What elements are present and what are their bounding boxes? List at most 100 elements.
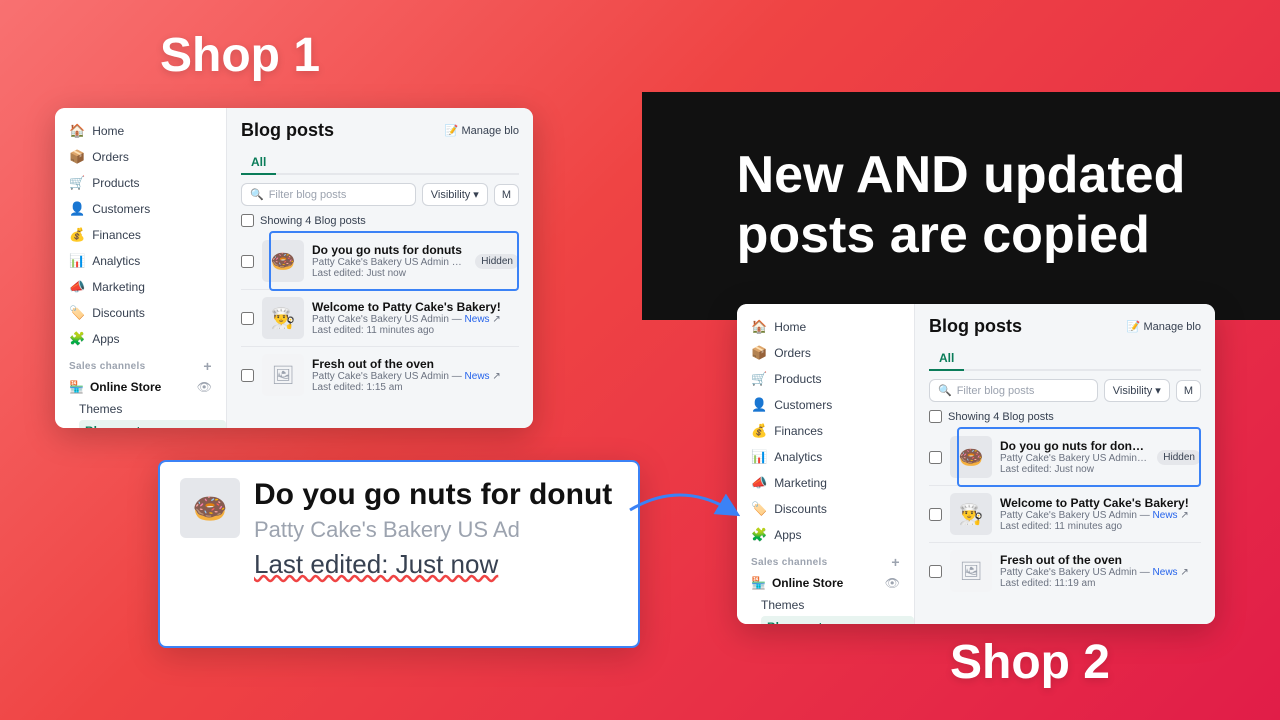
s2-home-icon: 🏠 bbox=[751, 319, 767, 335]
sidebar-item-finances[interactable]: 💰 Finances bbox=[55, 222, 226, 248]
s2-sidebar-item-products[interactable]: 🛒 Products bbox=[737, 366, 914, 392]
shop1-label: Shop 1 bbox=[160, 28, 320, 83]
tab-all[interactable]: All bbox=[241, 151, 276, 175]
s2-customers-icon: 👤 bbox=[751, 397, 767, 413]
select-all-checkbox[interactable] bbox=[241, 214, 254, 227]
online-store-row: 🏪 Online Store 👁 bbox=[55, 376, 226, 398]
s2-blog-item-1: 🍩 Do you go nuts for donuts Patty Cake's… bbox=[929, 429, 1201, 486]
eye-icon[interactable]: 👁 bbox=[197, 380, 212, 394]
shop1-main-content: Blog posts 📝 Manage blo All 🔍 Filter blo… bbox=[227, 108, 533, 428]
shop2-panel: 🏠 Home 📦 Orders 🛒 Products 👤 Customers 💰… bbox=[737, 304, 1215, 624]
blog-title-3: Fresh out of the oven bbox=[312, 357, 519, 371]
s2-more-btn[interactable]: M bbox=[1176, 380, 1201, 402]
s2-eye-icon[interactable]: 👁 bbox=[885, 576, 900, 590]
s2-sidebar-item-apps[interactable]: 🧩 Apps bbox=[737, 522, 914, 548]
blog-thumb-3: 🖼 bbox=[262, 354, 304, 396]
blog-channel-link-2[interactable]: News bbox=[465, 314, 490, 325]
manage-icon: 📝 bbox=[445, 124, 459, 137]
blog-date-3: Last edited: 1:15 am bbox=[312, 382, 519, 393]
badge-1: Hidden bbox=[475, 254, 519, 269]
blog-channel-link-3[interactable]: News bbox=[465, 371, 490, 382]
s2-sidebar-item-orders[interactable]: 📦 Orders bbox=[737, 340, 914, 366]
s2-sidebar-item-marketing[interactable]: 📣 Marketing bbox=[737, 470, 914, 496]
s2-blog-title-2: Welcome to Patty Cake's Bakery! bbox=[1000, 496, 1201, 510]
sidebar-item-analytics[interactable]: 📊 Analytics bbox=[55, 248, 226, 274]
s2-sidebar-item-discounts[interactable]: 🏷️ Discounts bbox=[737, 496, 914, 522]
home-icon: 🏠 bbox=[69, 123, 85, 139]
sidebar-item-products[interactable]: 🛒 Products bbox=[55, 170, 226, 196]
blog-info-2: Welcome to Patty Cake's Bakery! Patty Ca… bbox=[312, 300, 519, 336]
blog-checkbox-1[interactable] bbox=[241, 255, 254, 268]
zoom-thumb: 🍩 bbox=[180, 478, 240, 538]
sidebar-item-apps[interactable]: 🧩 Apps bbox=[55, 326, 226, 352]
showing-count: Showing 4 Blog posts bbox=[241, 214, 519, 227]
s2-add-channel-btn[interactable]: + bbox=[891, 554, 900, 570]
s2-tab-bar: All bbox=[929, 347, 1201, 371]
s2-sub-item-blog-posts[interactable]: Blog posts bbox=[761, 616, 914, 624]
blog-title-1: Do you go nuts for donuts bbox=[312, 243, 467, 257]
sidebar-item-orders[interactable]: 📦 Orders bbox=[55, 144, 226, 170]
s2-blog-meta-1: Patty Cake's Bakery US Admin — News ↗ bbox=[1000, 453, 1149, 464]
blog-date-1: Last edited: Just now bbox=[312, 268, 467, 279]
orders-icon: 📦 bbox=[69, 149, 85, 165]
s2-toolbar: 🔍 Filter blog posts Visibility ▾ M bbox=[929, 379, 1201, 402]
visibility-btn[interactable]: Visibility ▾ bbox=[422, 183, 488, 206]
s2-apps-icon: 🧩 bbox=[751, 527, 767, 543]
zoom-card: 🍩 Do you go nuts for donut Patty Cake's … bbox=[158, 460, 640, 648]
blog-checkbox-2[interactable] bbox=[241, 312, 254, 325]
s2-blog-checkbox-2[interactable] bbox=[929, 508, 942, 521]
blog-info-1: Do you go nuts for donuts Patty Cake's B… bbox=[312, 243, 467, 279]
sidebar-item-home[interactable]: 🏠 Home bbox=[55, 118, 226, 144]
apps-icon: 🧩 bbox=[69, 331, 85, 347]
s2-visibility-btn[interactable]: Visibility ▾ bbox=[1104, 379, 1170, 402]
s2-select-all-checkbox[interactable] bbox=[929, 410, 942, 423]
finances-icon: 💰 bbox=[69, 227, 85, 243]
chevron-icon: ▾ bbox=[473, 188, 479, 201]
s2-tab-all[interactable]: All bbox=[929, 347, 964, 371]
s2-search-box[interactable]: 🔍 Filter blog posts bbox=[929, 379, 1098, 402]
blog-checkbox-3[interactable] bbox=[241, 369, 254, 382]
add-channel-btn[interactable]: + bbox=[203, 358, 212, 374]
sidebar-item-discounts[interactable]: 🏷️ Discounts bbox=[55, 300, 226, 326]
sub-item-blog-posts[interactable]: Blog posts bbox=[79, 420, 226, 428]
zoom-text-block: Do you go nuts for donut Patty Cake's Ba… bbox=[254, 478, 618, 580]
sub-item-themes[interactable]: Themes bbox=[79, 398, 226, 420]
blog-item-3: 🖼 Fresh out of the oven Patty Cake's Bak… bbox=[241, 347, 519, 403]
s2-sidebar-item-finances[interactable]: 💰 Finances bbox=[737, 418, 914, 444]
s2-blog-meta-3: Patty Cake's Bakery US Admin — News ↗ bbox=[1000, 567, 1201, 578]
s2-products-icon: 🛒 bbox=[751, 371, 767, 387]
blog-thumb-1: 🍩 bbox=[262, 240, 304, 282]
sidebar-item-customers[interactable]: 👤 Customers bbox=[55, 196, 226, 222]
search-icon: 🔍 bbox=[250, 188, 264, 201]
s2-blog-title-1: Do you go nuts for donuts bbox=[1000, 439, 1149, 453]
s2-blog-meta-2: Patty Cake's Bakery US Admin — News ↗ bbox=[1000, 510, 1201, 521]
blog-meta-3: Patty Cake's Bakery US Admin — News ↗ bbox=[312, 371, 519, 382]
s2-showing-count: Showing 4 Blog posts bbox=[929, 410, 1201, 423]
shop1-sidebar: 🏠 Home 📦 Orders 🛒 Products 👤 Customers 💰… bbox=[55, 108, 227, 428]
s2-blog-item-2: 👨‍🍳 Welcome to Patty Cake's Bakery! Patt… bbox=[929, 486, 1201, 543]
banner: New AND updated posts are copied bbox=[642, 92, 1280, 320]
manage-blog-btn[interactable]: 📝 Manage blo bbox=[445, 124, 519, 137]
s2-sub-item-themes[interactable]: Themes bbox=[761, 594, 914, 616]
more-btn[interactable]: M bbox=[494, 184, 519, 206]
s2-analytics-icon: 📊 bbox=[751, 449, 767, 465]
sidebar-item-marketing[interactable]: 📣 Marketing bbox=[55, 274, 226, 300]
tab-bar: All bbox=[241, 151, 519, 175]
s2-search-icon: 🔍 bbox=[938, 384, 952, 397]
s2-blog-channel-link-3[interactable]: News bbox=[1153, 567, 1178, 578]
blog-item-2: 👨‍🍳 Welcome to Patty Cake's Bakery! Patt… bbox=[241, 290, 519, 347]
shop2-main-content: Blog posts 📝 Manage blo All 🔍 Filter blo… bbox=[915, 304, 1215, 624]
s2-sidebar-item-home[interactable]: 🏠 Home bbox=[737, 314, 914, 340]
s2-blog-checkbox-1[interactable] bbox=[929, 451, 942, 464]
s2-online-store-row: 🏪 Online Store 👁 bbox=[737, 572, 914, 594]
s2-marketing-icon: 📣 bbox=[751, 475, 767, 491]
s2-sidebar-item-analytics[interactable]: 📊 Analytics bbox=[737, 444, 914, 470]
blog-channel-link-1[interactable]: News bbox=[465, 257, 468, 268]
s2-badge-1: Hidden bbox=[1157, 450, 1201, 465]
s2-orders-icon: 📦 bbox=[751, 345, 767, 361]
search-box[interactable]: 🔍 Filter blog posts bbox=[241, 183, 416, 206]
s2-manage-blog-btn[interactable]: 📝 Manage blo bbox=[1127, 320, 1201, 333]
s2-blog-channel-link-2[interactable]: News bbox=[1153, 510, 1178, 521]
s2-blog-checkbox-3[interactable] bbox=[929, 565, 942, 578]
s2-sidebar-item-customers[interactable]: 👤 Customers bbox=[737, 392, 914, 418]
